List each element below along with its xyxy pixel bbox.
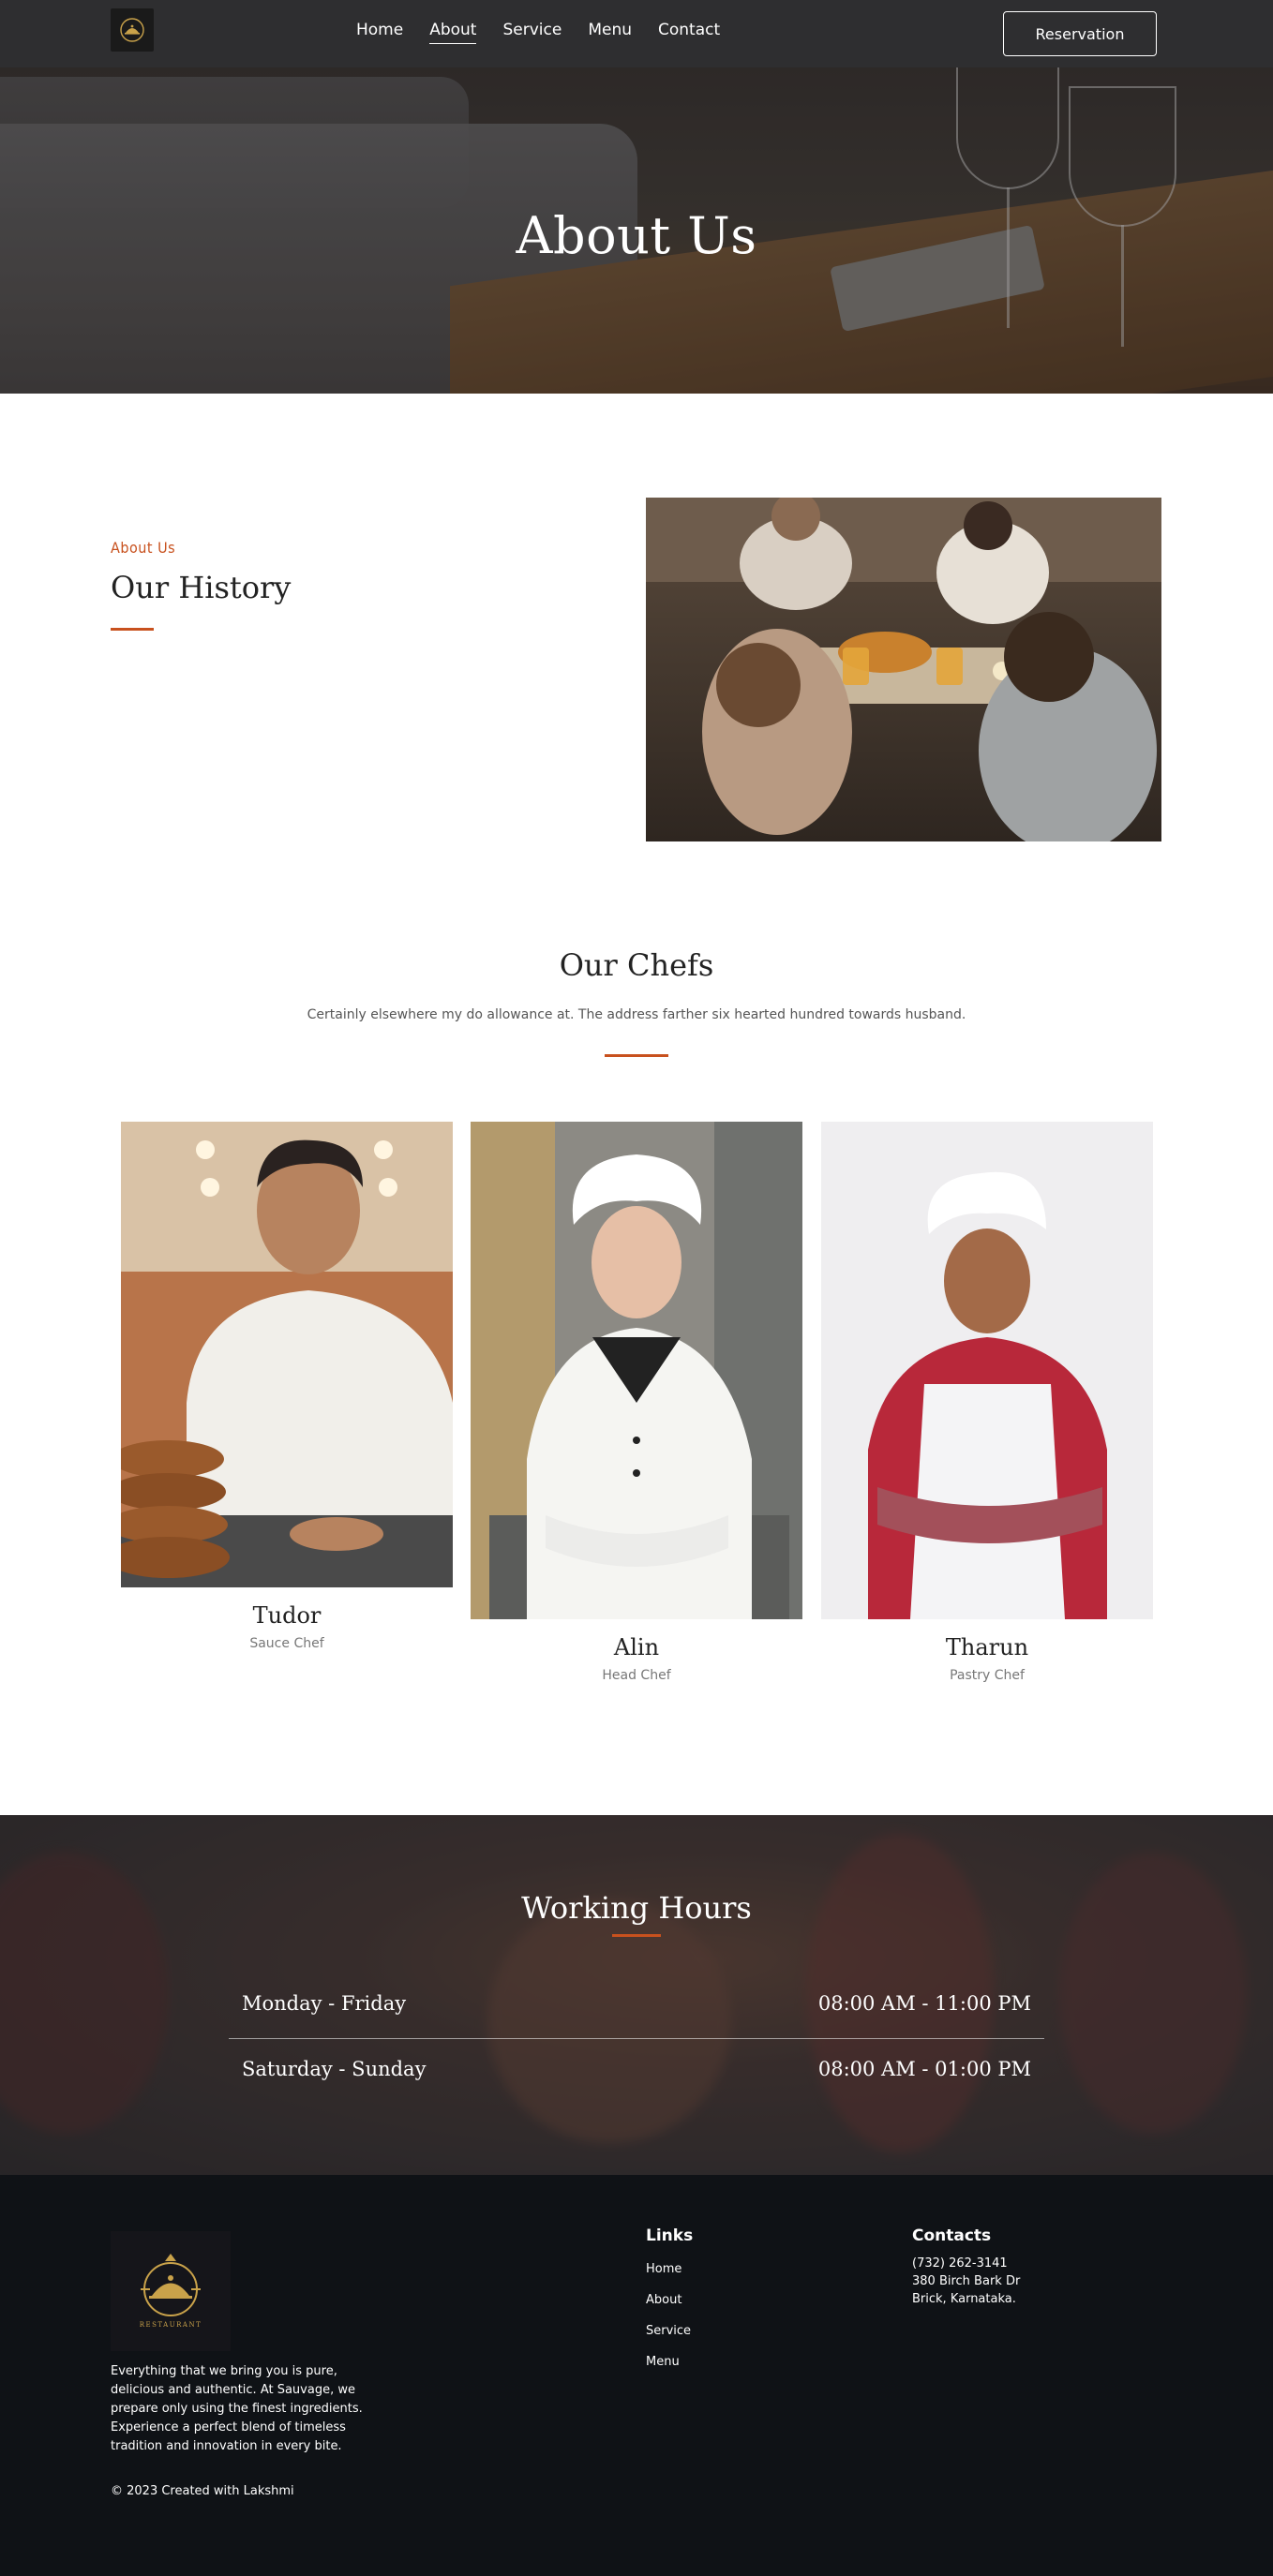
footer-address-line2: Brick, Karnataka.	[912, 2292, 1016, 2306]
navbar: Home About Service Menu Contact Reservat…	[0, 0, 1273, 67]
nav-link-contact[interactable]: Contact	[658, 21, 720, 44]
hero-banner: About Us	[0, 67, 1273, 394]
chef-photo-alin	[471, 1122, 802, 1619]
chef-photo-tudor	[121, 1122, 453, 1587]
chefs-title: Our Chefs	[559, 947, 714, 983]
chef-name: Tudor	[252, 1602, 322, 1629]
chef-name: Tharun	[945, 1634, 1029, 1660]
logo-link[interactable]	[111, 8, 154, 52]
footer-link-home[interactable]: Home	[646, 2262, 681, 2276]
chef-card-alin: Alin Head Chef	[471, 1122, 802, 1683]
footer-link-service[interactable]: Service	[646, 2324, 691, 2338]
chef-card-tudor: Tudor Sauce Chef	[121, 1122, 453, 1651]
restaurant-crest-icon: RESTAURANT	[140, 2254, 202, 2329]
footer-address-line1: 380 Birch Bark Dr	[912, 2274, 1021, 2288]
hours-accent-rule	[612, 1934, 661, 1937]
hours-time: 08:00 AM - 11:00 PM	[817, 1992, 1031, 2015]
footer-link-about[interactable]: About	[646, 2293, 681, 2307]
hours-day: Monday - Friday	[242, 1992, 407, 2015]
family-dinner-illustration	[646, 498, 1161, 841]
page: Home About Service Menu Contact Reservat…	[0, 0, 1273, 2576]
nav-link-service[interactable]: Service	[502, 21, 562, 44]
footer-contacts-title: Contacts	[912, 2226, 992, 2245]
footer-link-menu[interactable]: Menu	[646, 2355, 680, 2369]
chefs-accent-rule	[605, 1054, 668, 1057]
nav-link-menu[interactable]: Menu	[588, 21, 632, 44]
chef-role: Sauce Chef	[249, 1636, 324, 1651]
chef-tudor-illustration	[121, 1122, 453, 1587]
hours-title: Working Hours	[521, 1890, 752, 1926]
history-title: Our History	[111, 570, 292, 605]
working-hours-section: Working Hours Monday - Friday 08:00 AM -…	[0, 1815, 1273, 2175]
reservation-button[interactable]: Reservation	[1003, 11, 1157, 56]
chef-tharun-illustration	[821, 1122, 1153, 1619]
footer-description: Everything that we bring you is pure, de…	[111, 2364, 363, 2453]
chef-photo-tharun	[821, 1122, 1153, 1619]
history-accent-rule	[111, 628, 154, 631]
footer-logo-text: RESTAURANT	[140, 2321, 202, 2329]
nav-link-home[interactable]: Home	[356, 21, 403, 44]
nav-link-about[interactable]: About	[429, 21, 477, 44]
hours-row-weekend: Saturday - Sunday 08:00 AM - 01:00 PM	[229, 2039, 1044, 2105]
chef-card-tharun: Tharun Pastry Chef	[821, 1122, 1153, 1683]
footer-logo: RESTAURANT	[111, 2231, 231, 2351]
chef-alin-illustration	[471, 1122, 802, 1619]
footer: RESTAURANT Everything that we bring you …	[0, 2175, 1273, 2576]
chef-role: Pastry Chef	[950, 1668, 1025, 1683]
history-kicker: About Us	[111, 539, 176, 557]
restaurant-logo-icon	[120, 18, 144, 42]
hours-day: Saturday - Sunday	[242, 2058, 427, 2080]
hours-time: 08:00 AM - 01:00 PM	[817, 2058, 1031, 2080]
hours-row-weekdays: Monday - Friday 08:00 AM - 11:00 PM	[229, 1973, 1044, 2039]
chefs-subtitle: Certainly elsewhere my do allowance at. …	[307, 1007, 966, 1022]
footer-contact-block: (732) 262-3141 380 Birch Bark Dr Brick, …	[912, 2255, 1020, 2308]
footer-phone[interactable]: (732) 262-3141	[912, 2255, 1020, 2272]
footer-copyright: © 2023 Created with Lakshmi	[111, 2484, 294, 2498]
chef-name: Alin	[613, 1634, 660, 1660]
family-dinner-photo	[646, 498, 1161, 841]
footer-links-title: Links	[646, 2226, 694, 2245]
chef-role: Head Chef	[602, 1668, 671, 1683]
hero-title: About Us	[516, 206, 757, 265]
main-nav: Home About Service Menu Contact	[356, 21, 720, 44]
